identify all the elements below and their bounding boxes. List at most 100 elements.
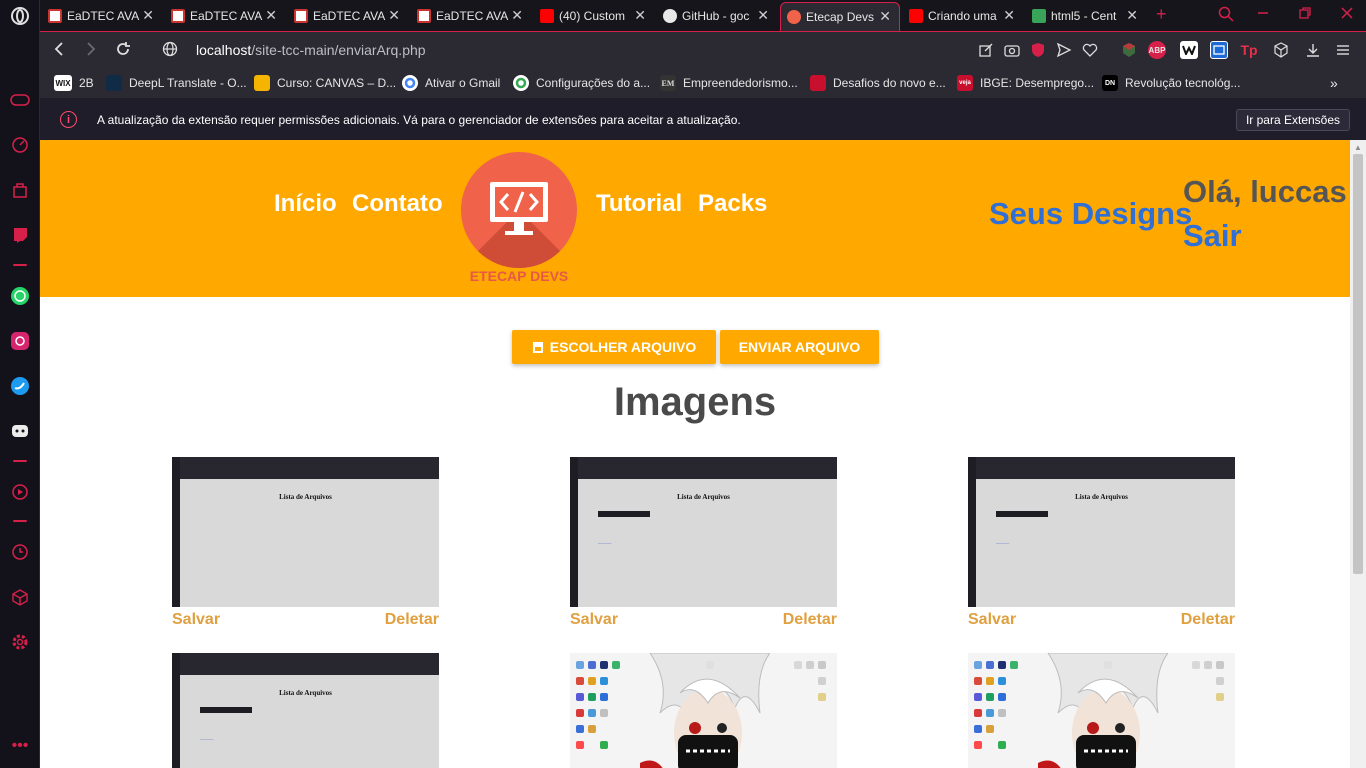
search-tabs-icon[interactable] — [1218, 6, 1234, 25]
thumb-browser-bar — [968, 457, 1235, 479]
tab-eadtec-4[interactable]: EaDTEC AVA ✕ — [411, 2, 531, 29]
tab-etecap-devs[interactable]: Etecap Devs ✕ — [780, 2, 900, 31]
go-to-extensions-button[interactable]: Ir para Extensões — [1236, 109, 1350, 131]
close-icon[interactable]: ✕ — [1003, 8, 1015, 22]
close-icon[interactable]: ✕ — [511, 8, 523, 22]
save-link[interactable]: Salvar — [172, 611, 220, 629]
camera-snapshot-icon[interactable] — [1003, 41, 1021, 59]
image-thumbnail[interactable]: Lista de Arquivos ______ — [570, 457, 837, 607]
bookmark-item[interactable]: Curso: CANVAS – D... — [254, 75, 396, 91]
choose-file-button[interactable]: ESCOLHER ARQUIVO — [512, 330, 716, 364]
edit-icon[interactable] — [977, 41, 995, 59]
wallpaper-thumbnail[interactable] — [968, 653, 1235, 768]
delete-link[interactable]: Deletar — [783, 611, 837, 629]
send-icon[interactable] — [1055, 41, 1073, 59]
extensions-box-icon[interactable] — [1272, 41, 1290, 59]
menu-lines-icon[interactable] — [1334, 41, 1352, 59]
save-link[interactable]: Salvar — [570, 611, 618, 629]
wb-extension-icon[interactable] — [1180, 41, 1198, 59]
thumb-link: ______ — [598, 539, 612, 544]
nav-tutorial-link[interactable]: Tutorial — [596, 190, 682, 218]
tab-eadtec-3[interactable]: EaDTEC AVA ✕ — [288, 2, 408, 29]
tab-youtube-custom[interactable]: (40) Custom ✕ — [534, 2, 654, 29]
tab-html5[interactable]: html5 - Cent ✕ — [1026, 2, 1146, 29]
bookmark-item[interactable]: DN Revolução tecnológ... — [1102, 75, 1240, 91]
speedometer-icon[interactable] — [10, 135, 30, 155]
delete-link[interactable]: Deletar — [385, 611, 439, 629]
tab-title: Etecap Devs — [806, 10, 875, 24]
bookmark-item[interactable]: veja IBGE: Desemprego... — [957, 75, 1094, 91]
bookmark-item[interactable]: EM Empreendedorismo... — [660, 75, 798, 91]
send-file-button[interactable]: ENVIAR ARQUIVO — [720, 330, 879, 364]
wallpaper-thumbnail[interactable] — [570, 653, 837, 768]
adblock-plus-icon[interactable]: ABP — [1148, 41, 1166, 59]
close-icon[interactable]: ✕ — [388, 8, 400, 22]
nav-inicio-link[interactable]: Início — [274, 190, 337, 218]
bookmark-item[interactable]: WIX 2B — [54, 75, 94, 91]
adblock-shield-icon[interactable] — [1029, 41, 1047, 59]
shopping-bag-icon[interactable] — [10, 180, 30, 200]
instagram-icon[interactable] — [10, 331, 30, 351]
cube-icon[interactable] — [10, 587, 30, 607]
settings-gear-icon[interactable] — [10, 632, 30, 652]
twitch-icon[interactable] — [10, 225, 30, 245]
tab-github[interactable]: GitHub - goc ✕ — [657, 2, 777, 29]
tab-title: EaDTEC AVA — [67, 8, 140, 23]
whatsapp-icon[interactable] — [10, 286, 30, 306]
etecap-icon — [787, 10, 801, 24]
restore-icon[interactable] — [1298, 6, 1312, 23]
delete-link[interactable]: Deletar — [1181, 611, 1235, 629]
extension-cube-icon[interactable] — [1120, 41, 1138, 59]
forward-arrow-icon[interactable] — [84, 41, 98, 62]
bookmark-item[interactable]: DeepL Translate - O... — [106, 75, 247, 91]
close-icon[interactable]: ✕ — [757, 8, 769, 22]
opera-logo-icon[interactable] — [10, 6, 30, 26]
save-link[interactable]: Salvar — [968, 611, 1016, 629]
page-scrollbar[interactable]: ▲ — [1350, 140, 1366, 768]
discord-icon[interactable] — [10, 421, 30, 441]
twitter-icon[interactable] — [10, 376, 30, 396]
history-clock-icon[interactable] — [10, 542, 30, 562]
eadtec-icon — [417, 8, 431, 23]
nav-packs-link[interactable]: Packs — [698, 190, 767, 218]
tab-youtube-criando[interactable]: Criando uma ✕ — [903, 2, 1023, 29]
bookmark-item[interactable]: Ativar o Gmail — [402, 75, 500, 91]
close-window-icon[interactable] — [1340, 6, 1354, 23]
image-thumbnail[interactable]: Lista de Arquivos ______ — [968, 457, 1235, 607]
gamepad-icon[interactable] — [10, 90, 30, 110]
close-icon[interactable]: ✕ — [265, 8, 277, 22]
site-header: Início Contato ETECAP DEVS Tutorial Pack… — [40, 140, 1350, 297]
thumb-table — [996, 511, 1048, 517]
reload-icon[interactable] — [115, 41, 131, 62]
close-icon[interactable]: ✕ — [879, 9, 891, 23]
bookmark-item[interactable]: Desafios do novo e... — [810, 75, 946, 91]
scroll-up-arrow-icon[interactable]: ▲ — [1354, 143, 1362, 152]
seus-designs-link[interactable]: Seus Designs — [989, 196, 1192, 232]
etecap-logo[interactable] — [461, 152, 577, 268]
close-icon[interactable]: ✕ — [634, 8, 646, 22]
dn-icon: DN — [1102, 75, 1118, 91]
image-thumbnail[interactable]: Lista de Arquivos ______ — [172, 653, 439, 768]
new-tab-plus-icon[interactable]: + — [1156, 4, 1167, 25]
nav-contato-link[interactable]: Contato — [352, 190, 443, 218]
user-greeting: Olá, luccas — [1183, 174, 1347, 209]
more-bookmarks-icon[interactable]: » — [1330, 75, 1338, 91]
bookmark-item[interactable]: Configurações do a... — [513, 75, 650, 91]
close-icon[interactable]: ✕ — [1126, 8, 1138, 22]
player-icon[interactable] — [10, 482, 30, 502]
tp-extension-icon[interactable]: Tp — [1240, 41, 1258, 59]
back-arrow-icon[interactable] — [52, 41, 66, 62]
heart-icon[interactable] — [1081, 41, 1099, 59]
more-dots-icon[interactable]: ••• — [10, 736, 30, 756]
logout-link[interactable]: Sair — [1183, 218, 1242, 254]
tab-eadtec-2[interactable]: EaDTEC AVA ✕ — [165, 2, 285, 29]
tab-eadtec-1[interactable]: EaDTEC AVA ✕ — [42, 2, 162, 29]
globe-icon[interactable] — [162, 41, 178, 62]
minimize-icon[interactable] — [1256, 6, 1270, 23]
close-icon[interactable]: ✕ — [142, 8, 154, 22]
scroll-thumb[interactable] — [1353, 154, 1363, 574]
download-icon[interactable] — [1304, 41, 1322, 59]
translate-extension-icon[interactable] — [1210, 41, 1228, 59]
url-field[interactable]: localhost/site-tcc-main/enviarArq.php — [196, 42, 426, 58]
image-thumbnail[interactable]: Lista de Arquivos — [172, 457, 439, 607]
